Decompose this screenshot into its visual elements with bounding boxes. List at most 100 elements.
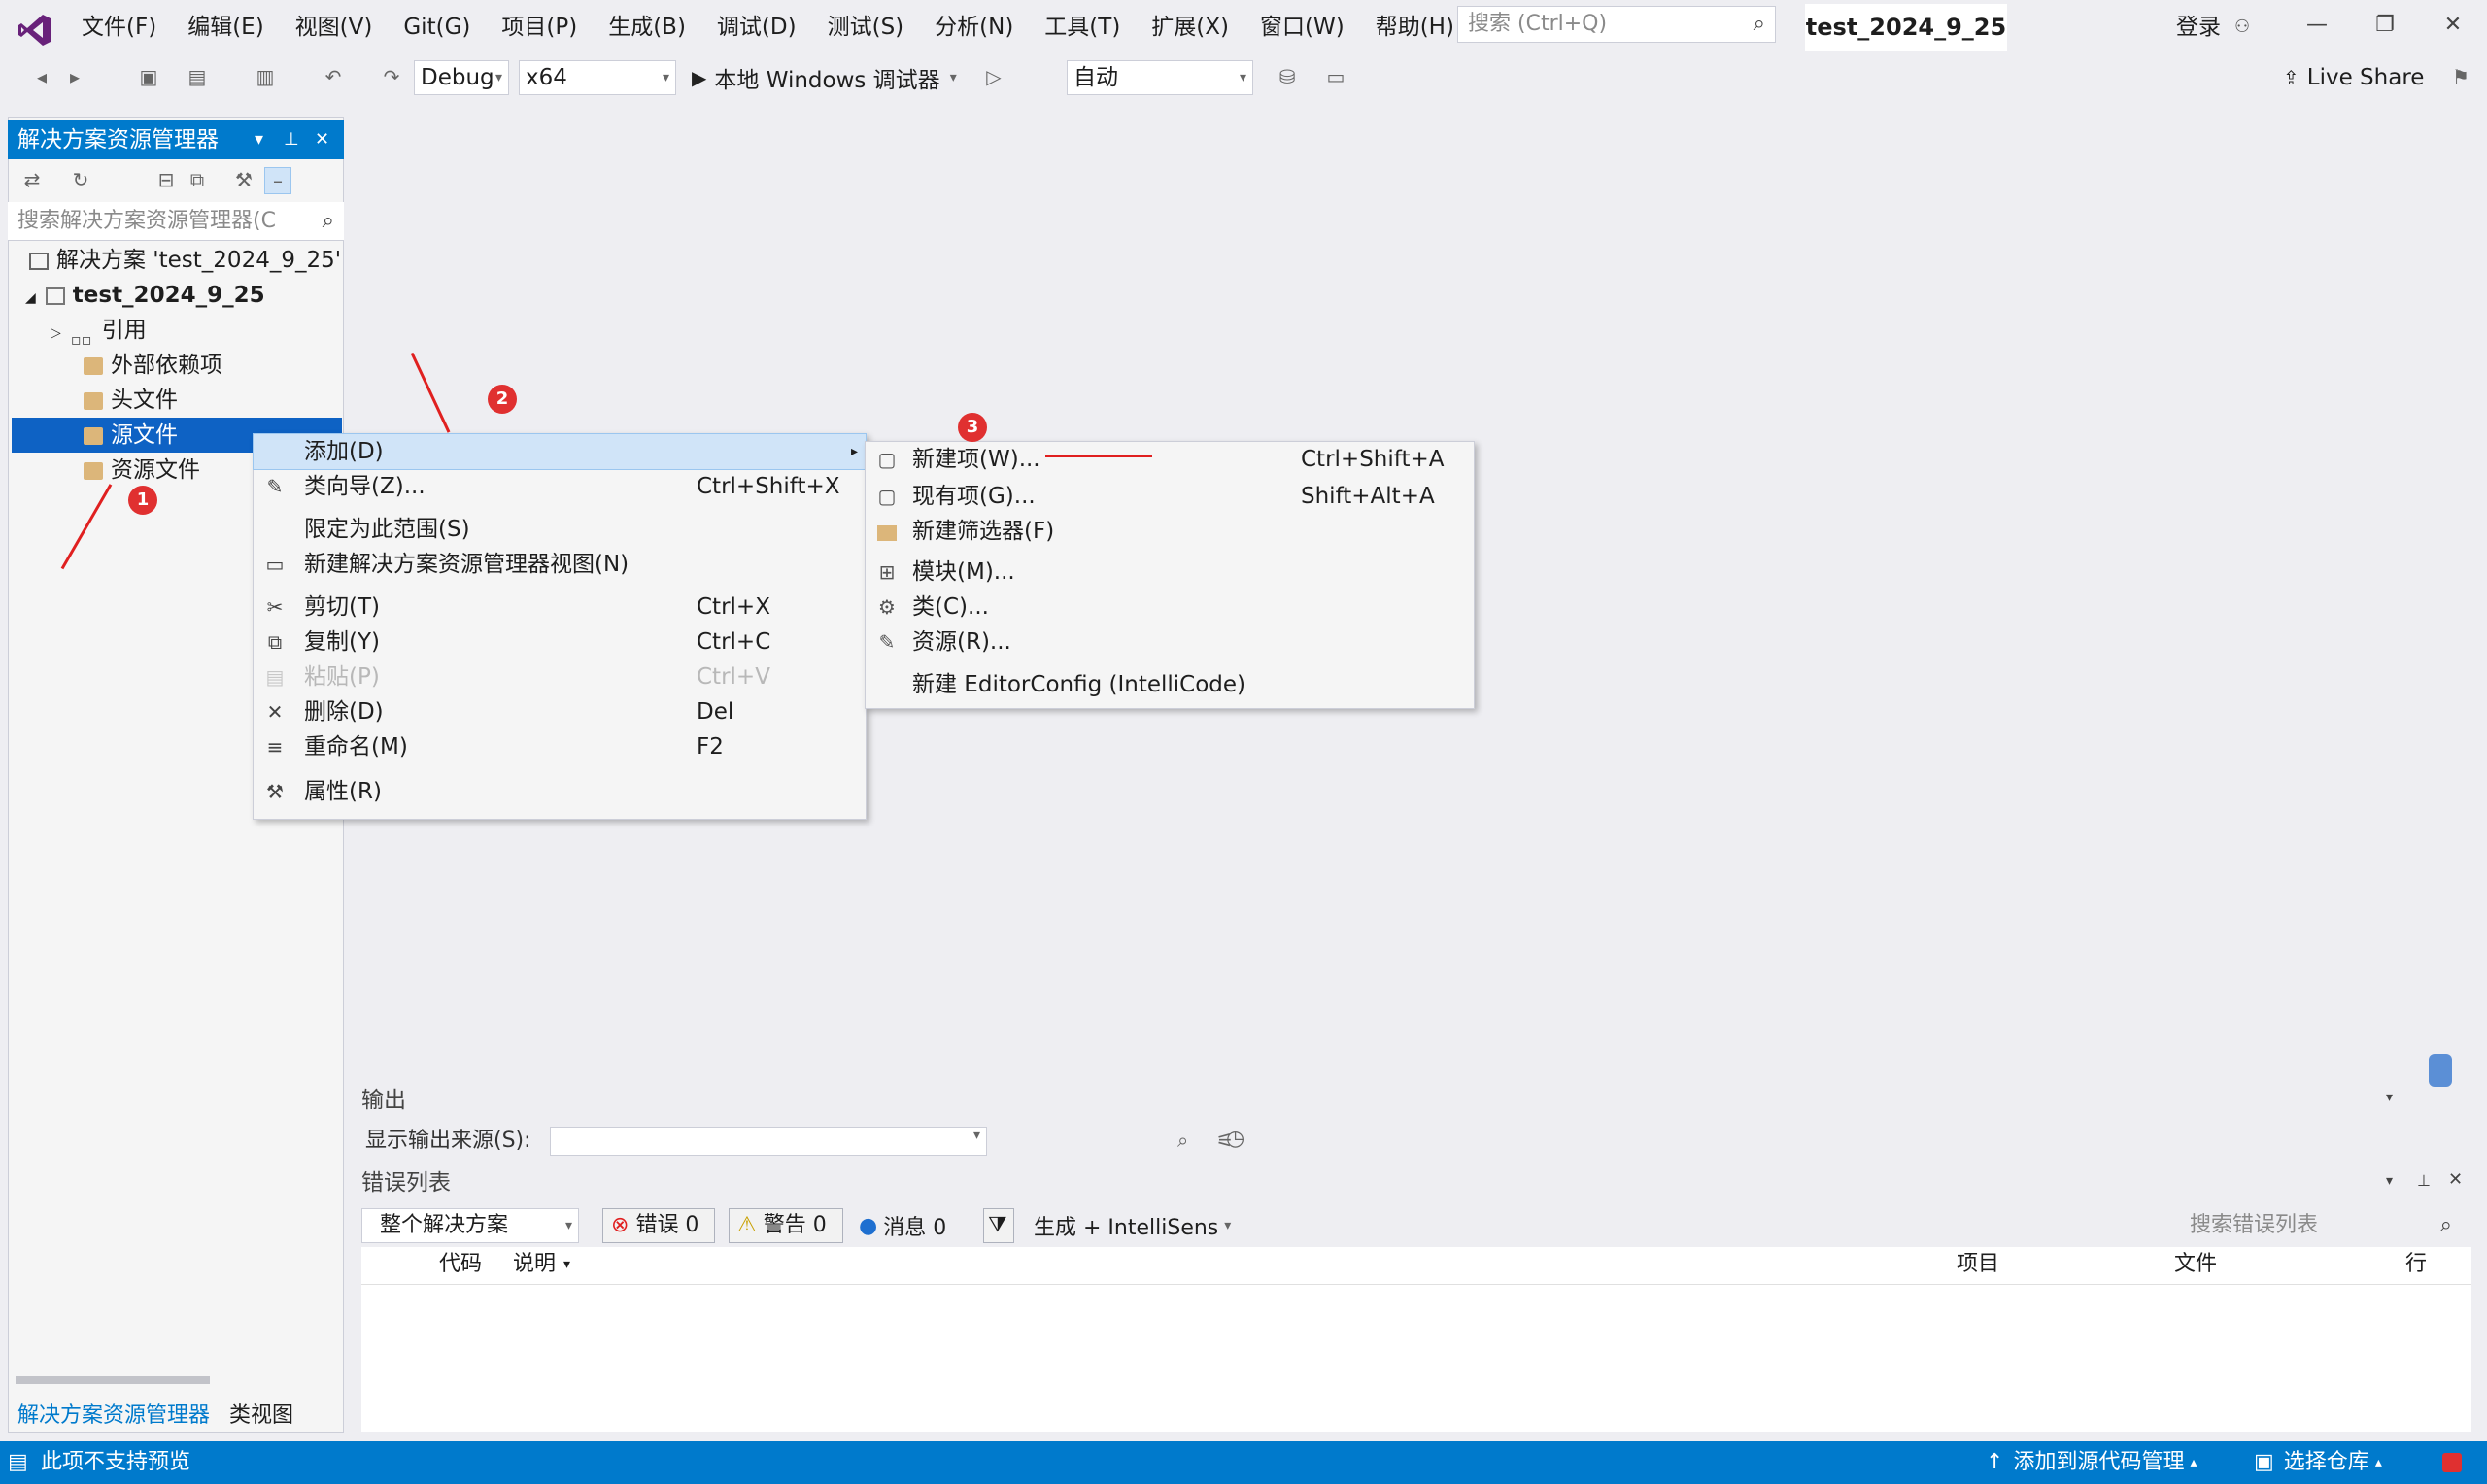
menu-item-rename[interactable]: ≡ 重命名(M) F2 [254, 729, 866, 764]
find-icon[interactable]: ⌕ [1177, 1129, 1188, 1152]
errors-filter-button[interactable]: ⊗ 错误 0 [602, 1208, 715, 1243]
start-debugging-button[interactable]: ▶ 本地 Windows 调试器 ▾ [692, 60, 957, 95]
column-line[interactable]: 行 [2405, 1247, 2427, 1282]
config-dropdown[interactable]: Debug ▾ [414, 60, 509, 95]
tab-class-view[interactable]: 类视图 [220, 1398, 303, 1429]
menu-item-cut[interactable]: ✂ 剪切(T) Ctrl+X [254, 590, 866, 624]
filter-icon[interactable]: ⧩ [983, 1208, 1014, 1243]
solution-explorer-title[interactable]: 解决方案资源管理器 ▾ ⊥ ✕ [8, 120, 344, 159]
submenu-new-item[interactable]: ▢ 新建项(W)... Ctrl+Shift+A [866, 442, 1474, 477]
select-repo-button[interactable]: ▣ 选择仓库 ▴ [2254, 1441, 2382, 1484]
tree-project[interactable]: ◢ test_2024_9_25 [25, 278, 265, 313]
forward-icon[interactable]: ▸ [62, 64, 87, 89]
menu-tools[interactable]: 工具(T) [1029, 0, 1136, 54]
warnings-filter-button[interactable]: ⚠ 警告 0 [729, 1208, 843, 1243]
output-menu-icon[interactable]: ▾ [2386, 1090, 2393, 1105]
assistant-icon[interactable] [2429, 1054, 2452, 1087]
menu-help[interactable]: 帮助(H) [1360, 0, 1470, 54]
tab-solution-explorer[interactable]: 解决方案资源管理器 [8, 1398, 220, 1429]
column-project[interactable]: 项目 [1957, 1247, 1999, 1282]
solution-explorer-search-input[interactable]: 搜索解决方案资源管理器(C ⌕ [8, 202, 344, 241]
column-file[interactable]: 文件 [2174, 1247, 2217, 1282]
undo-icon[interactable]: ↶ [321, 64, 346, 89]
menu-item-properties[interactable]: ⚒ 属性(R) [254, 774, 866, 809]
start-without-debugging-icon[interactable]: ▷ [981, 64, 1006, 89]
notification-icon[interactable] [2442, 1453, 2462, 1472]
tree-resource-files[interactable]: 资源文件 [84, 453, 200, 488]
back-icon[interactable]: ◂ [29, 64, 54, 89]
output-source-dropdown[interactable]: ▾ [550, 1127, 987, 1156]
save-icon[interactable]: ▤ [185, 64, 210, 89]
pin-icon[interactable]: ⊥ [2417, 1171, 2431, 1190]
submenu-existing-item[interactable]: ▢ 现有项(G)... Shift+Alt+A [866, 479, 1474, 514]
menu-item-add[interactable]: 添加(D) ▸ [253, 433, 867, 470]
submenu-editorconfig[interactable]: 新建 EditorConfig (IntelliCode) [866, 667, 1474, 702]
tree-references[interactable]: ▷ ▫▫ 引用 [51, 313, 147, 349]
error-list-title[interactable]: 错误列表 [361, 1165, 451, 1200]
menu-build[interactable]: 生成(B) [593, 0, 701, 54]
tree-solution[interactable]: 解决方案 'test_2024_9_25' [29, 243, 341, 278]
menu-item-scope[interactable]: 限定为此范围(S) [254, 512, 866, 547]
sync-icon[interactable]: ⇄ [19, 167, 45, 192]
live-share-button[interactable]: ⇪ Live Share [2283, 60, 2424, 95]
menu-extensions[interactable]: 扩展(X) [1136, 0, 1244, 54]
menu-item-new-view[interactable]: ▭ 新建解决方案资源管理器视图(N) [254, 547, 866, 582]
filter-dropdown-icon[interactable]: ▾ [563, 1247, 570, 1282]
menu-debug[interactable]: 调试(D) [701, 0, 812, 54]
error-list-search-input[interactable]: 搜索错误列表 ⌕ [2182, 1208, 2464, 1243]
tree-header-files[interactable]: 头文件 [84, 383, 178, 418]
submenu-resource[interactable]: ✎ 资源(R)... [866, 624, 1474, 659]
submenu-new-filter[interactable]: 新建筛选器(F) [866, 514, 1474, 549]
submenu-module[interactable]: ⊞ 模块(M)... [866, 555, 1474, 590]
expanded-arrow-icon[interactable]: ◢ [25, 290, 36, 306]
panel-menu-icon[interactable]: ▾ [255, 120, 263, 159]
menu-test[interactable]: 测试(S) [812, 0, 920, 54]
auto-dropdown[interactable]: 自动 ▾ [1067, 60, 1253, 95]
history-icon[interactable]: ↻ [68, 167, 93, 192]
feedback-icon[interactable]: ⚑ [2448, 64, 2473, 89]
show-all-files-icon[interactable]: ⧉ [185, 167, 210, 192]
visual-studio-logo-icon[interactable] [14, 9, 56, 51]
error-list-menu-icon[interactable]: ▾ [2386, 1173, 2393, 1189]
output-panel-title[interactable]: 输出 [361, 1083, 406, 1118]
close-window-button[interactable]: ✕ [2419, 0, 2487, 51]
menu-item-cut-shortcut: Ctrl+X [697, 594, 770, 620]
submenu-class[interactable]: ⚙ 类(C)... [866, 590, 1474, 624]
pin-icon[interactable]: ⊥ [284, 120, 299, 159]
new-project-icon[interactable]: ▣ [136, 64, 161, 89]
menu-project[interactable]: 项目(P) [486, 0, 593, 54]
toggle-wrap-icon[interactable]: ◷ [1226, 1127, 1244, 1151]
column-description[interactable]: 说明 ▾ [513, 1247, 570, 1282]
close-panel-icon[interactable]: ✕ [315, 120, 329, 159]
save-all-icon[interactable]: ▥ [253, 64, 278, 89]
column-code[interactable]: 代码 [439, 1247, 482, 1282]
horizontal-scrollbar[interactable] [16, 1372, 336, 1388]
preview-icon[interactable]: – [264, 167, 291, 194]
global-search-input[interactable]: 搜索 (Ctrl+Q) ⌕ [1457, 6, 1776, 43]
platform-dropdown[interactable]: x64 ▾ [519, 60, 676, 95]
properties-icon[interactable]: ⚒ [231, 167, 256, 192]
add-to-source-control-button[interactable]: ↑ 添加到源代码管理 ▴ [1986, 1441, 2197, 1484]
close-panel-icon[interactable]: ✕ [2448, 1169, 2463, 1190]
menu-view[interactable]: 视图(V) [280, 0, 389, 54]
menu-item-delete[interactable]: ✕ 删除(D) Del [254, 694, 866, 729]
menu-git[interactable]: Git(G) [388, 0, 486, 54]
layout-icon[interactable]: ▭ [1323, 64, 1348, 89]
menu-window[interactable]: 窗口(W) [1244, 0, 1360, 54]
collapsed-arrow-icon[interactable]: ▷ [51, 325, 61, 341]
menu-item-class-wizard[interactable]: ✎ 类向导(Z)... Ctrl+Shift+X [254, 469, 866, 504]
tree-external-deps[interactable]: 外部依赖项 [84, 348, 222, 383]
maximize-button[interactable]: ❐ [2351, 0, 2419, 51]
messages-filter-button[interactable]: ● 消息 0 [859, 1208, 946, 1243]
menu-file[interactable]: 文件(F) [66, 0, 172, 54]
menu-item-copy[interactable]: ⧉ 复制(Y) Ctrl+C [254, 624, 866, 659]
login-button[interactable]: 登录 ⚇ [2176, 0, 2250, 54]
collapse-all-icon[interactable]: ⊟ [153, 167, 179, 192]
build-filter-dropdown[interactable]: 生成 + IntelliSens ▾ [1034, 1208, 1231, 1243]
menu-analyze[interactable]: 分析(N) [919, 0, 1029, 54]
minimize-button[interactable]: — [2283, 0, 2351, 51]
menu-edit[interactable]: 编辑(E) [172, 0, 279, 54]
browse-icon[interactable]: ⛁ [1275, 64, 1300, 89]
redo-icon[interactable]: ↷ [379, 64, 404, 89]
scope-dropdown[interactable]: 整个解决方案 ▾ [361, 1208, 579, 1243]
